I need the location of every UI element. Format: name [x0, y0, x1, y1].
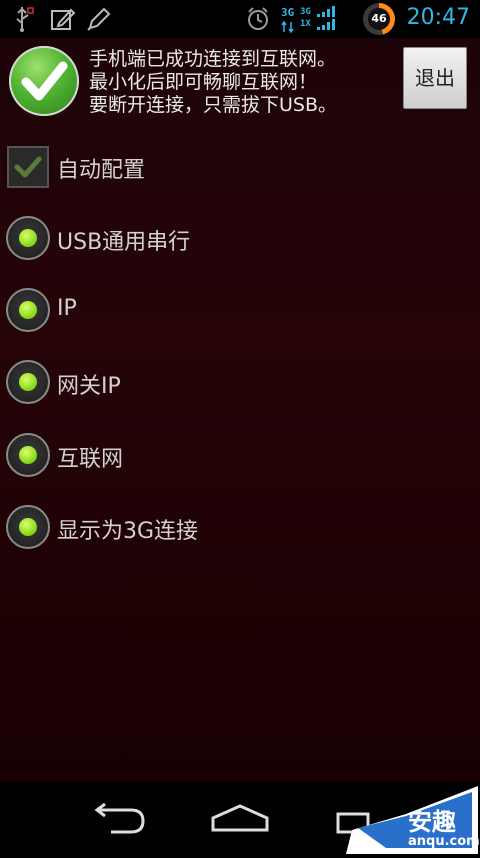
home-icon[interactable] [205, 796, 275, 840]
radio-selected-dot [19, 446, 37, 464]
usb-serial-option[interactable]: USB通用串行 [0, 210, 480, 270]
auto-config-option[interactable]: 自动配置 [0, 138, 480, 198]
radio-selected-dot [19, 518, 37, 536]
data-arrows-icon [281, 21, 294, 33]
usb-serial-radio[interactable] [6, 216, 50, 260]
show-as-3g-option[interactable]: 显示为3G连接 [0, 499, 480, 559]
status-bar: 3G 3G 1X 46 20:47 [0, 0, 480, 38]
back-icon[interactable] [85, 796, 155, 840]
radio-selected-dot [19, 229, 37, 247]
show-as-3g-label: 显示为3G连接 [57, 519, 199, 544]
checkmark-icon [21, 61, 68, 101]
radio-selected-dot [19, 301, 37, 319]
battery-level: 46 [368, 8, 390, 30]
watermark-brand: 安趣 [408, 808, 456, 836]
radio-selected-dot [19, 373, 37, 391]
main-content: 手机端已成功连接到互联网。 最小化后即可畅聊互联网！ 要断开连接，只需拔下USB… [0, 38, 480, 782]
internet-option[interactable]: 互联网 [0, 427, 480, 487]
connection-status-message: 手机端已成功连接到互联网。 最小化后即可畅聊互联网！ 要断开连接，只需拔下USB… [89, 48, 389, 117]
battery-indicator: 46 [363, 3, 395, 35]
auto-config-label: 自动配置 [57, 158, 146, 183]
checkbox-check-icon [14, 156, 42, 178]
usb-serial-label: USB通用串行 [57, 230, 191, 255]
auto-config-checkbox[interactable] [7, 146, 49, 188]
clock: 20:47 [406, 5, 470, 30]
watermark-logo: 安趣 anqu.com [346, 778, 480, 854]
show-as-3g-radio[interactable] [6, 505, 50, 549]
status-line-2: 最小化后即可畅聊互联网！ [89, 71, 318, 93]
exit-button[interactable]: 退出 [403, 47, 467, 109]
gateway-ip-option[interactable]: 网关IP [0, 354, 480, 414]
pen-icon [87, 7, 111, 31]
network-type-label: 3G [281, 6, 295, 19]
gateway-ip-radio[interactable] [6, 360, 50, 404]
network-type-label-2: 3G [300, 7, 311, 17]
ip-radio[interactable] [6, 288, 50, 332]
status-line-1: 手机端已成功连接到互联网。 [89, 48, 337, 70]
success-check-icon [9, 46, 79, 116]
signal-icon [317, 6, 335, 30]
edit-icon [51, 8, 76, 30]
internet-radio[interactable] [6, 433, 50, 477]
internet-label: 互联网 [57, 447, 124, 472]
network-type-label-3: 1X [300, 19, 311, 29]
usb-icon [16, 7, 34, 32]
watermark-domain: anqu.com [408, 834, 480, 849]
status-line-3: 要断开连接，只需拔下USB。 [89, 94, 338, 116]
ip-label: IP [57, 296, 77, 321]
alarm-icon [248, 7, 268, 30]
ip-option[interactable]: IP [0, 282, 480, 342]
gateway-ip-label: 网关IP [57, 374, 121, 399]
